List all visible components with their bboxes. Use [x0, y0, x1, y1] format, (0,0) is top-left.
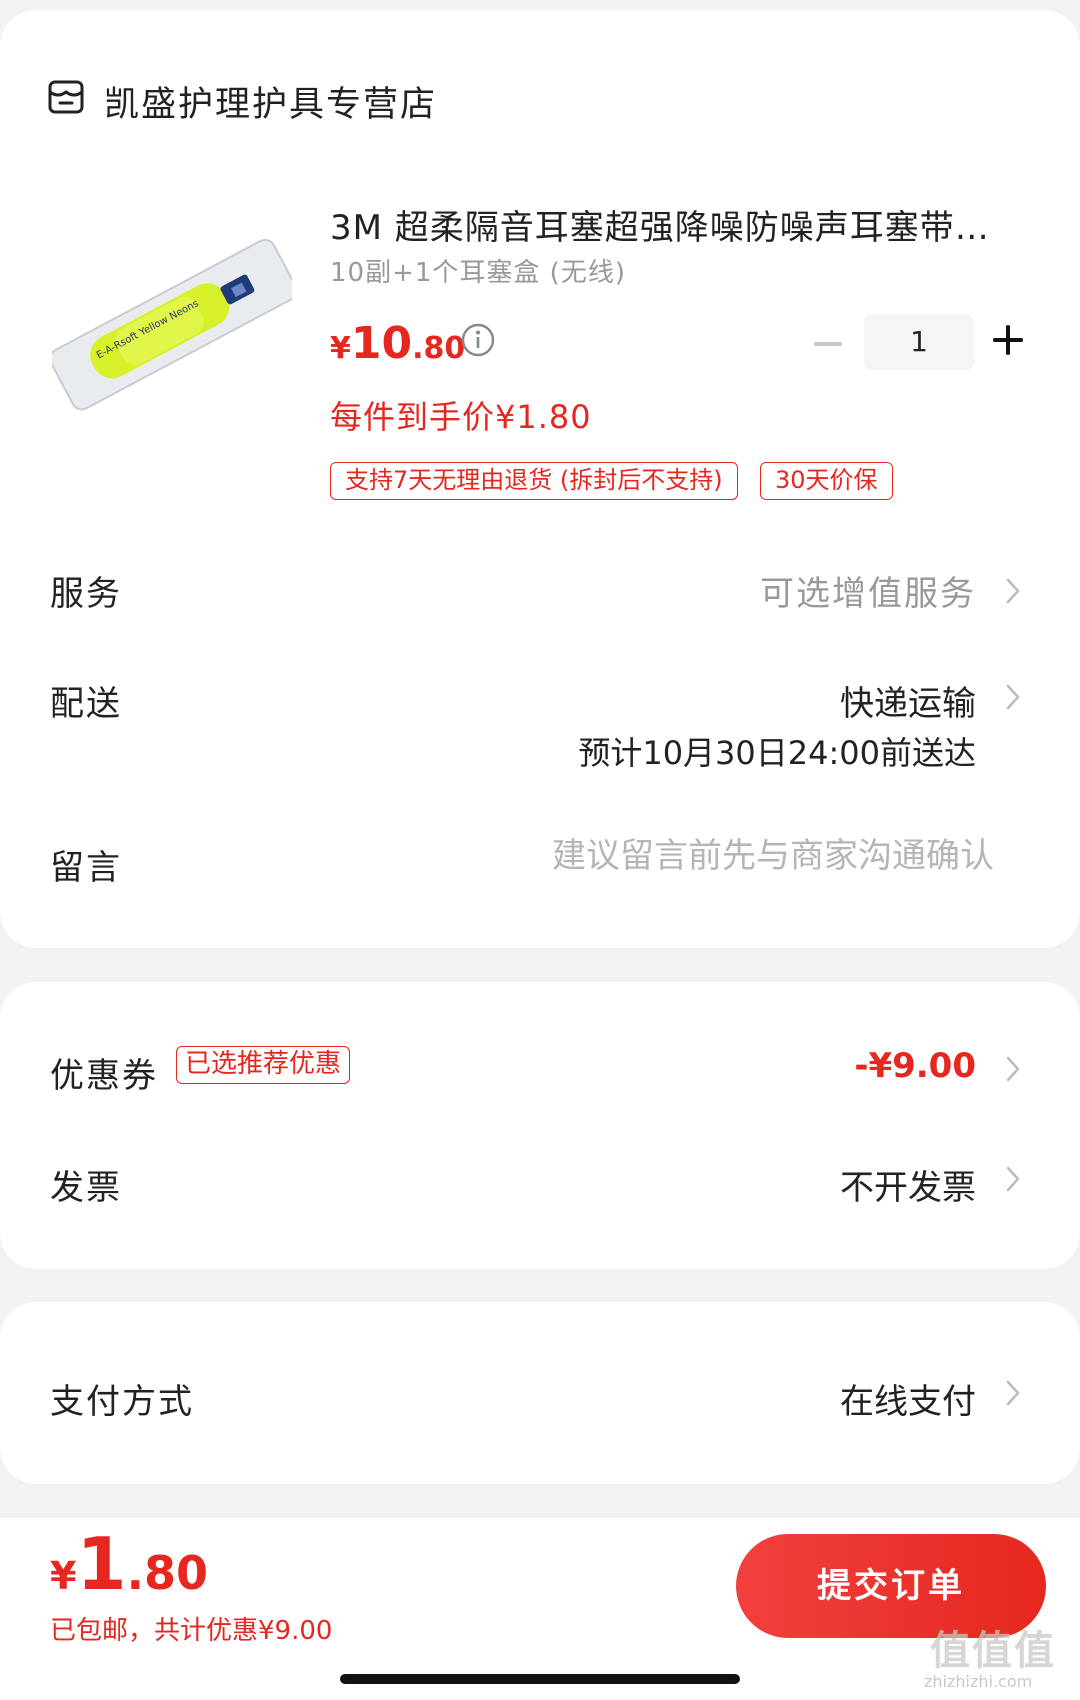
chevron-right-icon[interactable] [1004, 1378, 1022, 1408]
payment-label: 支付方式 [50, 1382, 194, 1422]
price-integer: 10 [350, 318, 413, 369]
payment-value[interactable]: 在线支付 [840, 1374, 976, 1423]
home-indicator[interactable] [340, 1674, 740, 1684]
store-icon [48, 80, 84, 114]
price-decimal: .80 [412, 331, 466, 366]
product-price: ¥10.80 [330, 318, 465, 369]
chevron-right-icon[interactable] [1004, 1164, 1022, 1194]
total-note: 已包邮，共计优惠¥9.00 [50, 1616, 333, 1646]
invoice-label: 发票 [50, 1168, 122, 1208]
chevron-right-icon[interactable] [1004, 576, 1022, 606]
delivery-label: 配送 [50, 684, 122, 724]
total-price: ¥1.80 [50, 1522, 208, 1606]
return-policy-tag: 支持7天无理由退货 (拆封后不支持) [330, 462, 738, 500]
delivery-eta: 预计10月30日24:00前送达 [578, 734, 976, 772]
service-label: 服务 [50, 574, 122, 614]
coupon-badge: 已选推荐优惠 [176, 1046, 351, 1084]
info-icon[interactable] [460, 322, 496, 358]
watermark: 值值值 [930, 1628, 1056, 1674]
discount-card [0, 982, 1080, 1269]
product-title[interactable]: 3M 超柔隔音耳塞超强降噪防噪声耳塞带… [330, 200, 1010, 249]
coupon-value[interactable]: -¥9.00 [854, 1046, 976, 1086]
invoice-value[interactable]: 不开发票 [840, 1160, 976, 1209]
delivery-method[interactable]: 快递运输 [840, 676, 976, 725]
store-name[interactable]: 凯盛护理护具专营店 [104, 76, 437, 127]
product-spec[interactable]: 10副+1个耳塞盒 (无线) [330, 252, 626, 289]
unit-price: 每件到手价¥1.80 [330, 398, 592, 436]
service-value[interactable]: 可选增值服务 [760, 566, 976, 615]
total-currency: ¥ [50, 1554, 77, 1598]
total-decimal: .80 [126, 1546, 209, 1600]
coupon-label: 优惠券 [50, 1056, 158, 1096]
watermark-url: zhizhizhi.com [924, 1672, 1033, 1691]
message-label: 留言 [50, 848, 122, 888]
message-input[interactable] [474, 836, 994, 876]
chevron-right-icon[interactable] [1004, 1054, 1022, 1084]
total-integer: 1 [76, 1522, 127, 1606]
price-protect-tag: 30天价保 [760, 462, 893, 500]
product-image[interactable]: E-A-Rsoft Yellow Neons [52, 222, 292, 422]
chevron-right-icon[interactable] [1004, 682, 1022, 712]
quantity-minus-button[interactable] [810, 326, 846, 362]
quantity-input[interactable]: 1 [864, 314, 974, 370]
quantity-plus-button[interactable] [990, 322, 1026, 358]
price-currency: ¥ [330, 331, 351, 366]
